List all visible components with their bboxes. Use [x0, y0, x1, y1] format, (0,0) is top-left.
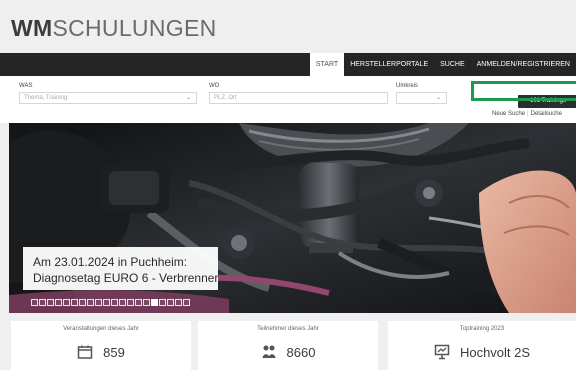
hero-caption[interactable]: Am 23.01.2024 in Puchheim: Diagnosetag E…	[23, 247, 218, 290]
stat-title: Toptraining 2023	[459, 326, 505, 332]
wo-input[interactable]: PLZ, Ort	[209, 92, 388, 104]
nav-items: START HERSTELLERPORTALE SUCHE ANMELDEN/R…	[309, 53, 576, 76]
stat-value-row: Hochvolt 2S	[388, 344, 576, 360]
slider-dot[interactable]	[119, 299, 126, 306]
was-placeholder: Thema, Training	[24, 95, 68, 101]
slider-dot[interactable]	[103, 299, 110, 306]
wo-label: WO	[209, 83, 220, 89]
people-icon	[261, 344, 277, 360]
new-search-link[interactable]: Neue Suche	[492, 111, 525, 117]
nav-item-suche[interactable]: SUCHE	[434, 53, 471, 76]
slider-dot[interactable]	[71, 299, 78, 306]
wo-placeholder: PLZ, Ort	[214, 95, 237, 101]
search-links: Neue Suche | Detailsuche	[492, 111, 562, 117]
link-separator: |	[527, 111, 529, 117]
calendar-icon	[77, 344, 93, 360]
site-logo[interactable]: WMSCHULUNGEN	[11, 16, 217, 40]
caption-line-2: Diagnosetag EURO 6 - Verbrenner	[33, 271, 219, 285]
detail-search-link[interactable]: Detailsuche	[531, 111, 562, 117]
slider-dot[interactable]	[79, 299, 86, 306]
slider-dots	[31, 298, 190, 307]
slider-dot[interactable]	[111, 299, 118, 306]
stat-card-events: Veranstaltungen dieses Jahr 859	[11, 321, 191, 370]
logo-light-text: SCHULUNGEN	[52, 15, 217, 41]
logo-bold-text: WM	[11, 15, 53, 41]
nav-item-start[interactable]: START	[309, 53, 345, 76]
slider-dot[interactable]	[95, 299, 102, 306]
was-input[interactable]: Thema, Training ⌄	[19, 92, 197, 104]
stats-bar: Veranstaltungen dieses Jahr 859 Teilnehm…	[0, 313, 576, 370]
search-panel: WAS Thema, Training ⌄ WO PLZ, Ort Umkrei…	[0, 76, 576, 123]
slider-dot[interactable]	[31, 299, 38, 306]
presentation-icon	[434, 344, 450, 360]
stat-value: 859	[103, 344, 125, 360]
stat-title: Teilnehmer dieses Jahr	[257, 326, 319, 332]
slider-dot[interactable]	[167, 299, 174, 306]
nav-item-anmelden[interactable]: ANMELDEN/REGISTRIEREN	[471, 53, 576, 76]
umkreis-select[interactable]: ⌄	[396, 92, 447, 104]
slider-dot[interactable]	[151, 299, 158, 306]
stat-value-row: 8660	[198, 344, 378, 360]
slider-dot[interactable]	[127, 299, 134, 306]
stat-value-row: 859	[11, 344, 191, 360]
slider-dot[interactable]	[135, 299, 142, 306]
slider-dot[interactable]	[183, 299, 190, 306]
chevron-down-icon: ⌄	[185, 95, 191, 101]
chevron-down-icon: ⌄	[435, 95, 441, 101]
nav-item-herstellerportale[interactable]: HERSTELLERPORTALE	[344, 53, 434, 76]
slider-dot[interactable]	[143, 299, 150, 306]
stat-card-participants: Teilnehmer dieses Jahr 8660	[198, 321, 378, 370]
slider-dot[interactable]	[159, 299, 166, 306]
slider-dot[interactable]	[39, 299, 46, 306]
stat-card-toptraining: Toptraining 2023 Hochvolt 2S	[388, 321, 576, 370]
page: WMSCHULUNGEN START HERSTELLERPORTALE SUC…	[0, 0, 576, 370]
slider-dot[interactable]	[63, 299, 70, 306]
slider-dot[interactable]	[87, 299, 94, 306]
slider-dot[interactable]	[175, 299, 182, 306]
caption-line-1: Am 23.01.2024 in Puchheim:	[33, 255, 188, 269]
stat-value: Hochvolt 2S	[459, 344, 531, 360]
highlight-frame	[471, 81, 576, 101]
stat-title: Veranstaltungen dieses Jahr	[63, 326, 139, 332]
slider-dot[interactable]	[55, 299, 62, 306]
top-navigation: START HERSTELLERPORTALE SUCHE ANMELDEN/R…	[0, 53, 576, 76]
slider-dot[interactable]	[47, 299, 54, 306]
umkreis-label: Umkreis	[396, 83, 418, 89]
was-label: WAS	[19, 83, 33, 89]
stat-value: 8660	[286, 344, 316, 360]
